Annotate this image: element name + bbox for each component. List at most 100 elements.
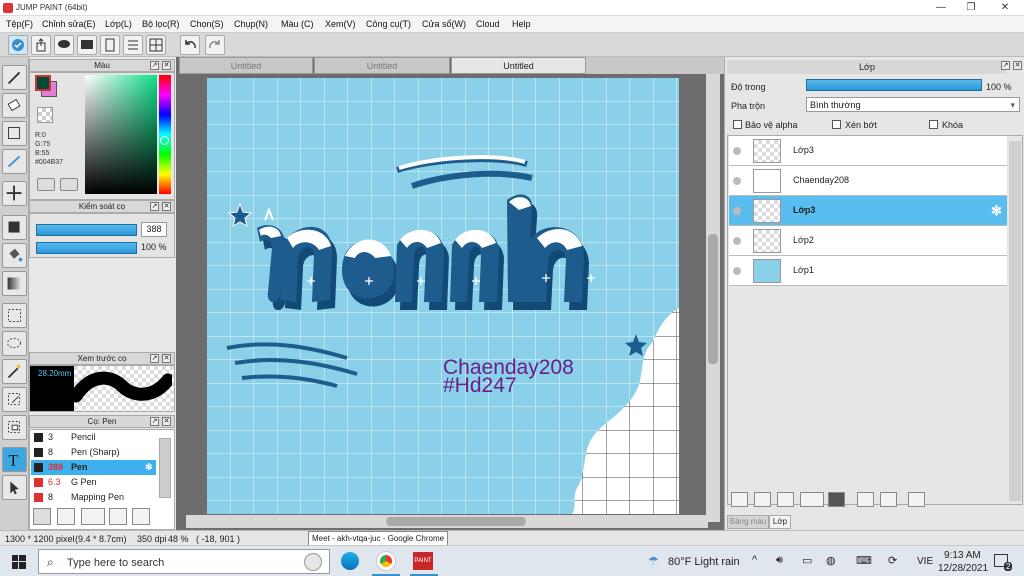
tab-untitled-1[interactable]: Untitled (179, 57, 313, 74)
share-icon[interactable] (31, 35, 51, 55)
brush-list-scrollbar[interactable] (159, 438, 171, 498)
tab-untitled-3[interactable]: Untitled (451, 57, 586, 74)
tab-layer[interactable]: Lớp (769, 515, 791, 529)
stabilizer-icon[interactable] (8, 35, 28, 55)
brush-item-pen-sharp[interactable]: 8 Pen (Sharp) (31, 445, 156, 460)
select-eraser-icon[interactable] (2, 415, 27, 440)
brush-item-g-pen[interactable]: 6.3 G Pen (31, 475, 156, 490)
gear-icon[interactable]: ✻ (991, 203, 1002, 219)
brush-item-pen[interactable]: 388 Pen ✻ (31, 460, 156, 475)
menu-help[interactable]: Help (512, 19, 531, 29)
eyedropper-icon[interactable] (60, 178, 78, 191)
select-pen-tool-icon[interactable] (2, 149, 27, 174)
new-brush-icon[interactable] (57, 508, 75, 525)
move-tool-icon[interactable] (2, 181, 27, 206)
brush-folder-icon[interactable] (33, 508, 51, 525)
brush-tool-icon[interactable] (2, 65, 27, 90)
brush-item-pencil[interactable]: 3 Pencil (31, 430, 156, 445)
layer-row[interactable]: Lớp1 (729, 256, 1007, 286)
panel-close-icon[interactable]: ✕ (162, 202, 171, 211)
eraser-tool-icon[interactable] (2, 93, 27, 118)
gradient-tool-icon[interactable] (2, 271, 27, 296)
network-icon[interactable]: ◍ (826, 554, 836, 567)
panel-close-icon[interactable]: ✕ (1013, 61, 1022, 70)
protect-alpha-checkbox[interactable] (733, 120, 742, 129)
tab-untitled-2[interactable]: Untitled (314, 57, 450, 74)
redo-icon[interactable] (205, 35, 225, 55)
brush-settings-icon[interactable] (109, 508, 127, 525)
main-color-swatch[interactable] (35, 75, 51, 91)
menu-file[interactable]: Tệp(F) (6, 19, 33, 29)
panel-float-icon[interactable]: ↗ (150, 354, 159, 363)
menu-filter[interactable]: Bộ lọc(R) (142, 19, 180, 29)
undo-icon[interactable] (180, 35, 200, 55)
artwork-canvas[interactable]: Chaenday208 #Hd247 (207, 78, 679, 514)
vertical-scrollbar[interactable] (706, 74, 720, 522)
vertical-scroll-thumb[interactable] (708, 234, 718, 364)
folder-icon[interactable] (828, 492, 845, 507)
clock-date[interactable]: 12/28/2021 (938, 563, 988, 574)
edge-icon[interactable] (341, 552, 359, 570)
hue-handle[interactable] (160, 136, 169, 145)
magic-wand-tool-icon[interactable] (2, 359, 27, 384)
battery-icon[interactable]: ▭ (802, 554, 812, 567)
layer-row[interactable]: Lớp2 (729, 226, 1007, 256)
menu-capture[interactable]: Chụp(N) (234, 19, 268, 29)
layer-scrollbar[interactable] (1009, 141, 1021, 501)
new-layer-icon[interactable] (731, 492, 748, 507)
clipping-checkbox[interactable] (832, 120, 841, 129)
gear-icon[interactable]: ✻ (145, 460, 153, 475)
brush-size-slider[interactable] (36, 224, 137, 236)
text-tool-icon[interactable]: T (2, 447, 27, 472)
brush-opacity-slider[interactable] (36, 242, 137, 254)
document-icon[interactable] (100, 35, 120, 55)
grid-icon[interactable] (146, 35, 166, 55)
menu-color[interactable]: Màu (C) (281, 19, 314, 29)
jump-paint-taskbar-icon[interactable]: PAINT (413, 552, 433, 570)
fill-rect-tool-icon[interactable] (2, 215, 27, 240)
layer-row[interactable]: Lớp3 (729, 136, 1007, 166)
menu-window[interactable]: Cửa sổ(W) (422, 19, 466, 29)
layer-row-selected[interactable]: Lớp3 ✻ (729, 196, 1007, 226)
select-rect-dashed-icon[interactable] (2, 303, 27, 328)
new-8bit-layer-icon[interactable] (777, 492, 794, 507)
panel-float-icon[interactable]: ↗ (150, 417, 159, 426)
layer-row[interactable]: Chaenday208 (729, 166, 1007, 196)
taskbar-search-box[interactable]: ⌕ Type here to search (38, 549, 330, 574)
eye-icon[interactable] (733, 147, 741, 155)
close-button[interactable]: ✕ (990, 0, 1020, 16)
sync-icon[interactable]: ⟳ (888, 554, 897, 567)
brush-size-value[interactable]: 388 (141, 222, 167, 237)
palette-icon[interactable] (37, 178, 55, 191)
keyboard-icon[interactable]: ⌨ (856, 554, 872, 567)
panel-float-icon[interactable]: ↗ (1001, 61, 1010, 70)
duplicate-layer-icon[interactable] (857, 492, 874, 507)
layer-opacity-slider[interactable] (806, 79, 982, 91)
weather-text[interactable]: 80°F Light rain (668, 556, 740, 568)
panel-close-icon[interactable]: ✕ (162, 354, 171, 363)
select-rect-tool-icon[interactable] (2, 121, 27, 146)
trash-icon[interactable] (908, 492, 925, 507)
panel-close-icon[interactable]: ✕ (162, 61, 171, 70)
new-raster-layer-icon[interactable] (754, 492, 771, 507)
volume-icon[interactable]: 🔊︎ (776, 554, 783, 567)
select-pen-icon[interactable] (2, 387, 27, 412)
cortana-icon[interactable] (304, 553, 322, 571)
menu-tools[interactable]: Công cụ(T) (366, 19, 411, 29)
lock-checkbox[interactable] (929, 120, 938, 129)
blend-mode-select[interactable]: Bình thường ▾ (806, 97, 1020, 112)
menu-view[interactable]: Xem(V) (325, 19, 356, 29)
language-indicator[interactable]: VIE (917, 556, 933, 567)
add-layer-dropdown-icon[interactable] (800, 492, 824, 507)
menu-edit[interactable]: Chỉnh sửa(E) (42, 19, 96, 29)
windows-start-icon[interactable] (12, 555, 26, 569)
eye-icon[interactable] (733, 177, 741, 185)
color-sv-picker[interactable] (85, 75, 157, 194)
brush-item-mapping-pen[interactable]: 8 Mapping Pen (31, 490, 156, 505)
chevron-up-icon[interactable]: ^ (752, 554, 757, 566)
comment-icon[interactable] (54, 35, 74, 55)
maximize-button[interactable]: ❐ (956, 0, 986, 16)
message-icon[interactable] (77, 35, 97, 55)
horizontal-scroll-thumb[interactable] (386, 517, 526, 526)
brush-group-icon[interactable] (132, 508, 150, 525)
